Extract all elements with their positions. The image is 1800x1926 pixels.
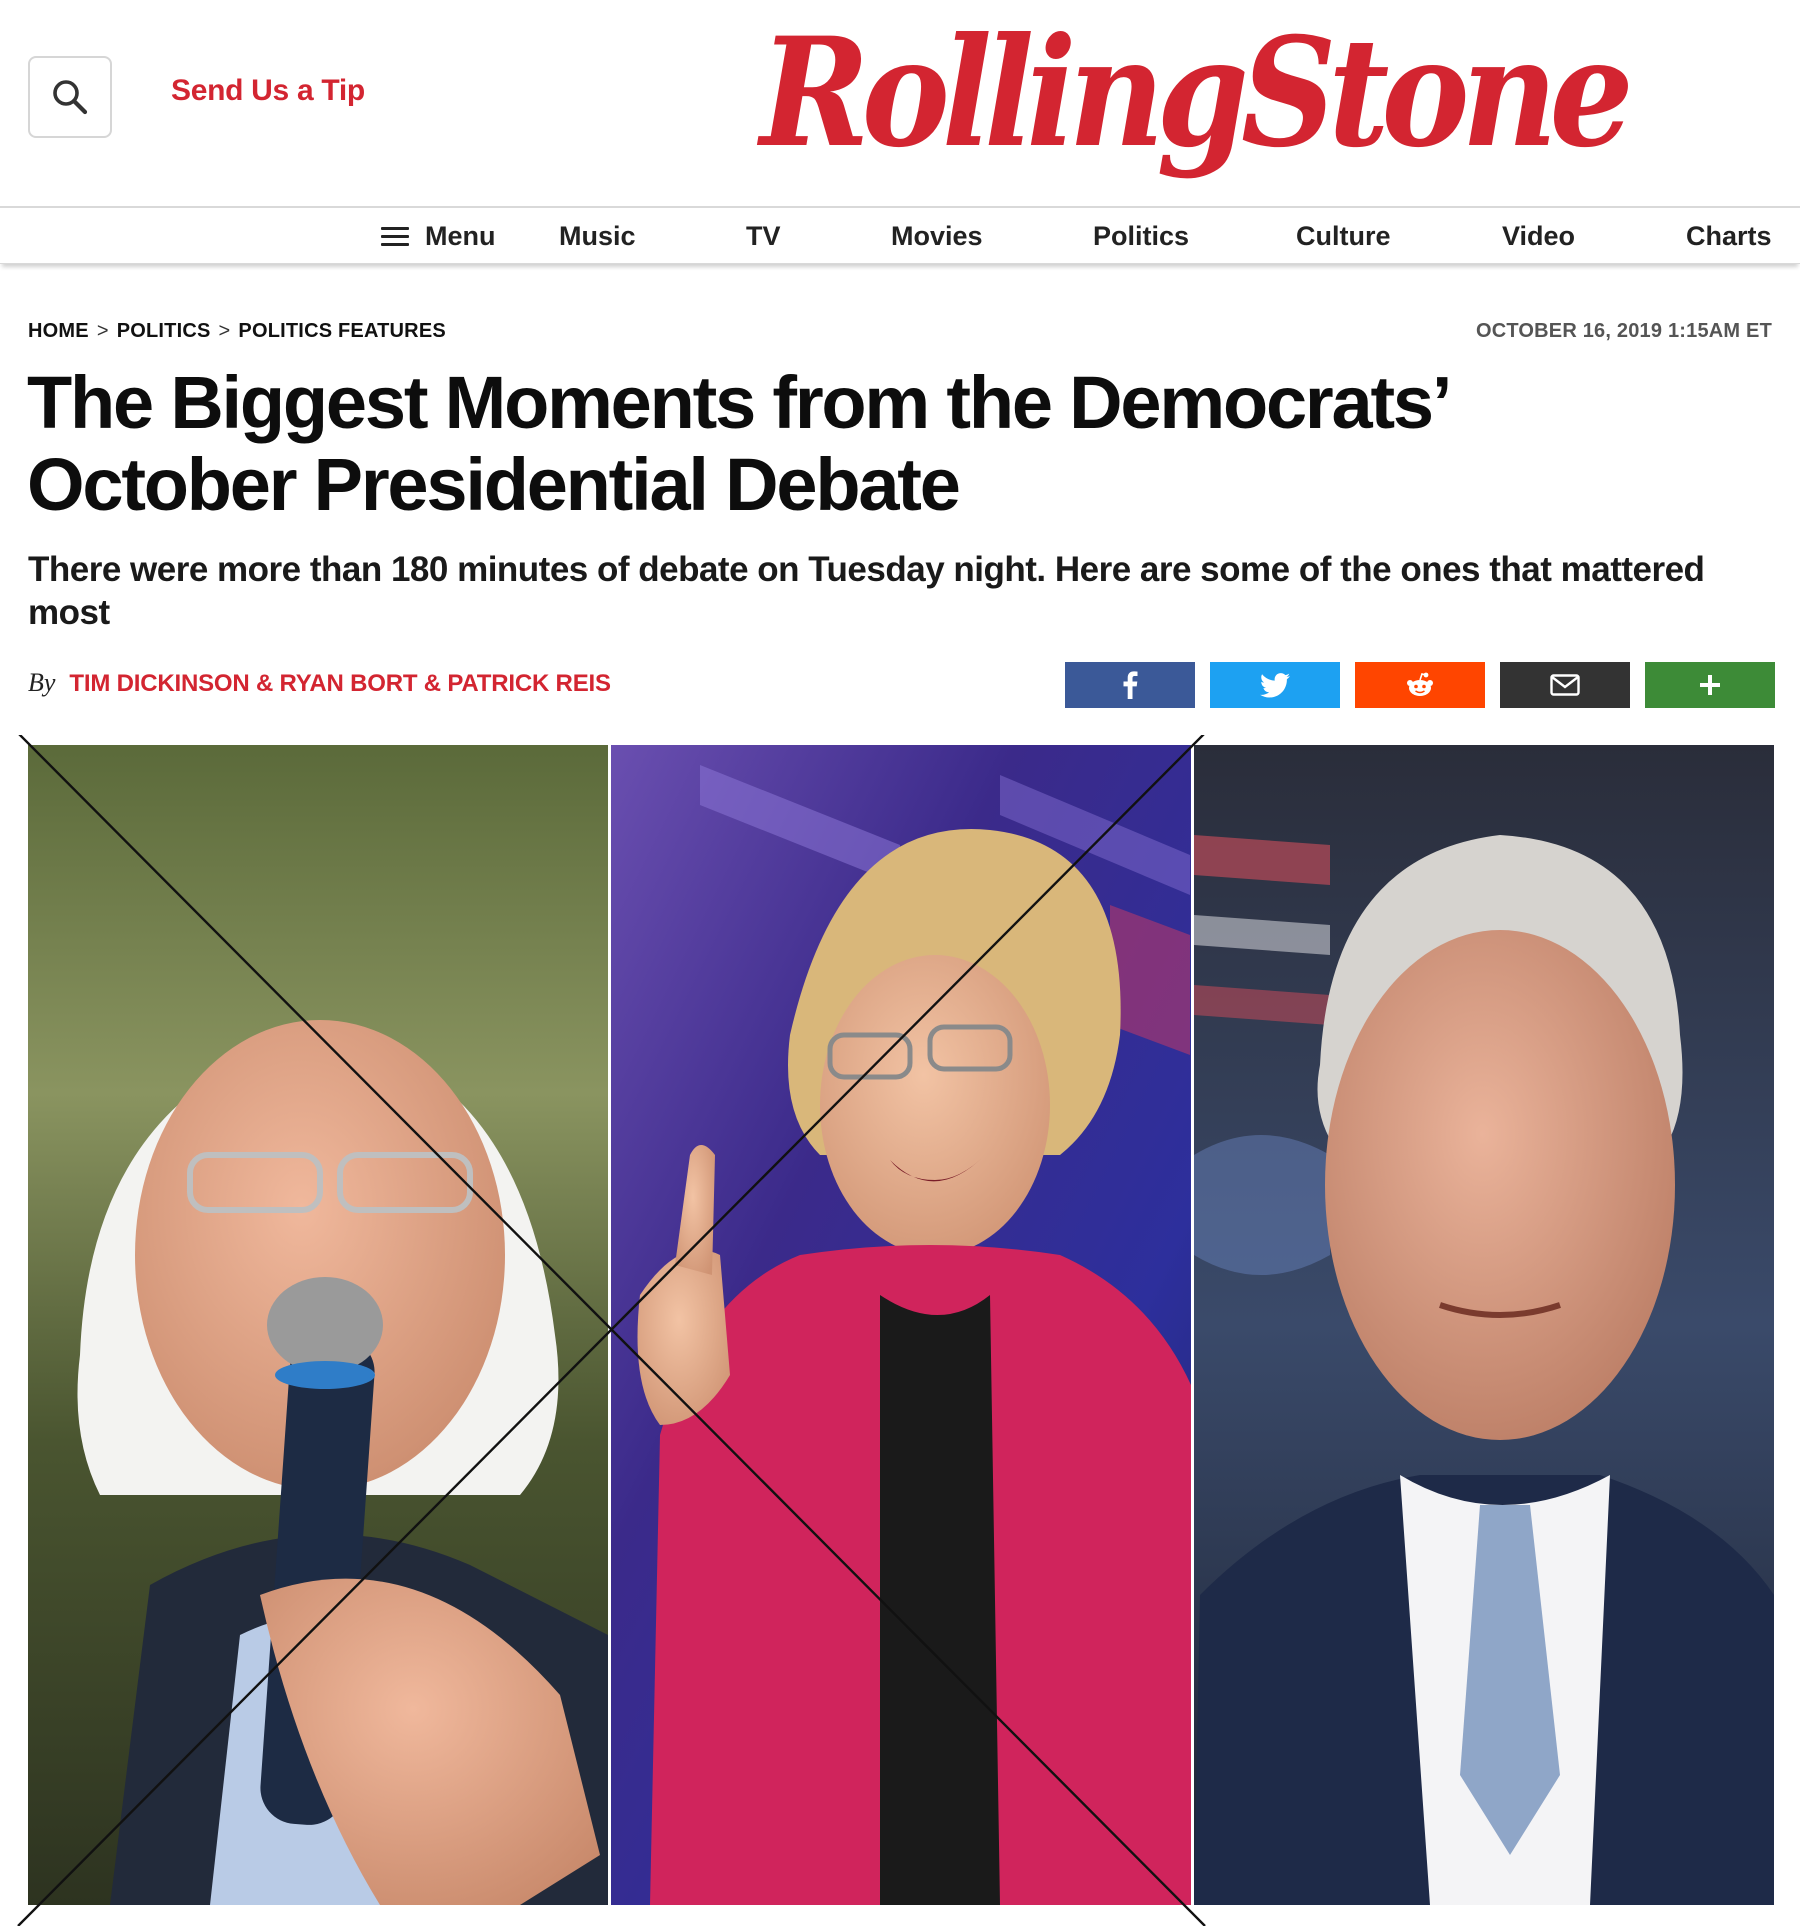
byline: By TIM DICKINSON & RYAN BORT & PATRICK R… bbox=[28, 668, 611, 698]
share-email-button[interactable] bbox=[1500, 662, 1630, 708]
nav-item-music[interactable]: Music bbox=[559, 208, 636, 264]
publish-date: OCTOBER 16, 2019 1:15AM ET bbox=[1475, 320, 1772, 342]
hero-photo-collage bbox=[17, 732, 1774, 1926]
main-nav: Menu Music TV Movies Politics Culture Vi… bbox=[0, 206, 1800, 264]
nav-item-movies[interactable]: Movies bbox=[891, 208, 983, 264]
email-icon bbox=[1550, 674, 1580, 696]
byline-authors[interactable]: TIM DICKINSON & RYAN BORT & PATRICK REIS bbox=[69, 670, 611, 698]
article-dek: There were more than 180 minutes of deba… bbox=[28, 550, 1705, 632]
menu-button[interactable]: Menu bbox=[381, 208, 496, 264]
hero-image bbox=[0, 732, 1800, 1926]
share-reddit-button[interactable] bbox=[1355, 662, 1485, 708]
search-button[interactable] bbox=[28, 56, 112, 138]
headline-line-2: October Presidential Debate bbox=[27, 443, 961, 526]
photo-panel-right bbox=[1194, 745, 1774, 1905]
breadcrumb-separator: > bbox=[218, 320, 231, 342]
nav-item-video[interactable]: Video bbox=[1502, 208, 1575, 264]
breadcrumb: HOME > POLITICS > POLITICS FEATURES bbox=[28, 320, 446, 343]
nav-item-culture[interactable]: Culture bbox=[1296, 208, 1391, 264]
reddit-icon bbox=[1407, 672, 1433, 696]
breadcrumb-home[interactable]: HOME bbox=[28, 320, 89, 343]
menu-label: Menu bbox=[425, 220, 496, 251]
logo-wordmark: RollingStone bbox=[760, 5, 1634, 181]
send-tip-link[interactable]: Send Us a Tip bbox=[171, 74, 365, 108]
article-headline: The Biggest Moments from the Democrats’ … bbox=[27, 362, 1547, 526]
breadcrumb-politics-features[interactable]: POLITICS FEATURES bbox=[238, 320, 445, 343]
search-icon bbox=[53, 80, 88, 115]
photo-panel-left bbox=[28, 745, 608, 1905]
breadcrumb-separator: > bbox=[96, 320, 109, 342]
plus-icon bbox=[1700, 675, 1720, 695]
nav-item-charts[interactable]: Charts bbox=[1686, 208, 1772, 264]
share-facebook-button[interactable] bbox=[1065, 662, 1195, 708]
share-twitter-button[interactable] bbox=[1210, 662, 1340, 708]
twitter-icon bbox=[1260, 672, 1290, 697]
hamburger-icon bbox=[381, 226, 411, 246]
site-logo[interactable]: RollingStone bbox=[760, 8, 1640, 178]
share-more-button[interactable] bbox=[1645, 662, 1775, 708]
facebook-icon bbox=[1123, 671, 1138, 699]
byline-prefix: By bbox=[28, 668, 56, 697]
site-header: Send Us a Tip RollingStone bbox=[0, 0, 1800, 206]
headline-line-1: The Biggest Moments from the Democrats’ bbox=[27, 361, 1452, 444]
nav-item-politics[interactable]: Politics bbox=[1093, 208, 1189, 264]
photo-panel-center bbox=[611, 745, 1191, 1905]
nav-item-tv[interactable]: TV bbox=[746, 208, 781, 264]
breadcrumb-politics[interactable]: POLITICS bbox=[117, 320, 211, 343]
